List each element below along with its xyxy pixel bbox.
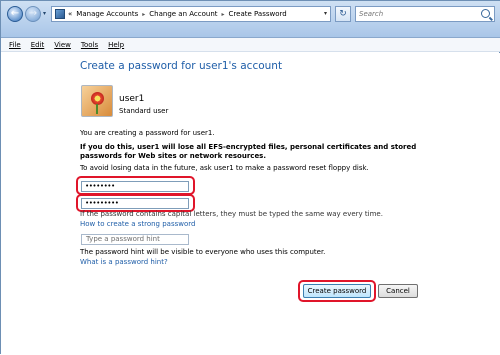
case-sensitivity-note: If the password contains capital letters… — [80, 210, 383, 218]
user-name: user1 — [119, 94, 145, 104]
back-arrow-icon[interactable]: ← — [7, 6, 23, 22]
breadcrumb-separator-icon[interactable]: ▸ — [222, 11, 225, 18]
page-title: Create a password for user1's account — [80, 60, 283, 72]
breadcrumb-change-account[interactable]: Change an Account — [149, 10, 217, 18]
search-input[interactable] — [359, 8, 477, 20]
password-hint-field[interactable]: Type a password hint — [81, 234, 189, 245]
address-dropdown-icon[interactable]: ▾ — [324, 10, 327, 17]
control-panel-icon — [55, 9, 65, 19]
address-bar[interactable]: « Manage Accounts ▸ Change an Account ▸ … — [51, 6, 331, 22]
strong-password-link[interactable]: How to create a strong password — [80, 220, 195, 228]
user-role: Standard user — [119, 107, 169, 115]
search-box[interactable] — [355, 6, 495, 22]
menu-tools[interactable]: Tools — [81, 41, 98, 49]
breadcrumb-overflow[interactable]: « — [68, 10, 72, 18]
menu-help[interactable]: Help — [108, 41, 124, 49]
menu-bar: File Edit View Tools Help — [1, 38, 500, 52]
create-button-highlight — [298, 280, 376, 302]
window: ← → ▾ « Manage Accounts ▸ Change an Acco… — [0, 0, 500, 355]
new-password-highlight — [76, 176, 195, 195]
recent-pages-dropdown-icon[interactable]: ▾ — [43, 10, 46, 17]
breadcrumb-create-password[interactable]: Create Password — [229, 10, 287, 18]
warning-text: If you do this, user1 will lose all EFS-… — [80, 143, 417, 160]
menu-view[interactable]: View — [54, 41, 71, 49]
search-icon[interactable] — [481, 9, 490, 18]
forward-arrow-icon[interactable]: → — [25, 6, 41, 22]
user-avatar — [81, 85, 113, 117]
refresh-icon[interactable]: ↻ — [335, 6, 351, 22]
navigation-toolbar: ← → ▾ « Manage Accounts ▸ Change an Acco… — [1, 1, 500, 38]
menu-file[interactable]: File — [9, 41, 21, 49]
breadcrumb-manage-accounts[interactable]: Manage Accounts — [76, 10, 138, 18]
intro-text: You are creating a password for user1. — [80, 129, 215, 137]
cancel-button[interactable]: Cancel — [378, 284, 418, 298]
advice-text: To avoid losing data in the future, ask … — [80, 164, 369, 172]
flower-stem — [96, 104, 98, 114]
hint-note: The password hint will be visible to eve… — [80, 248, 326, 256]
password-hint-link[interactable]: What is a password hint? — [80, 258, 168, 266]
breadcrumb-separator-icon[interactable]: ▸ — [142, 11, 145, 18]
menu-edit[interactable]: Edit — [31, 41, 45, 49]
